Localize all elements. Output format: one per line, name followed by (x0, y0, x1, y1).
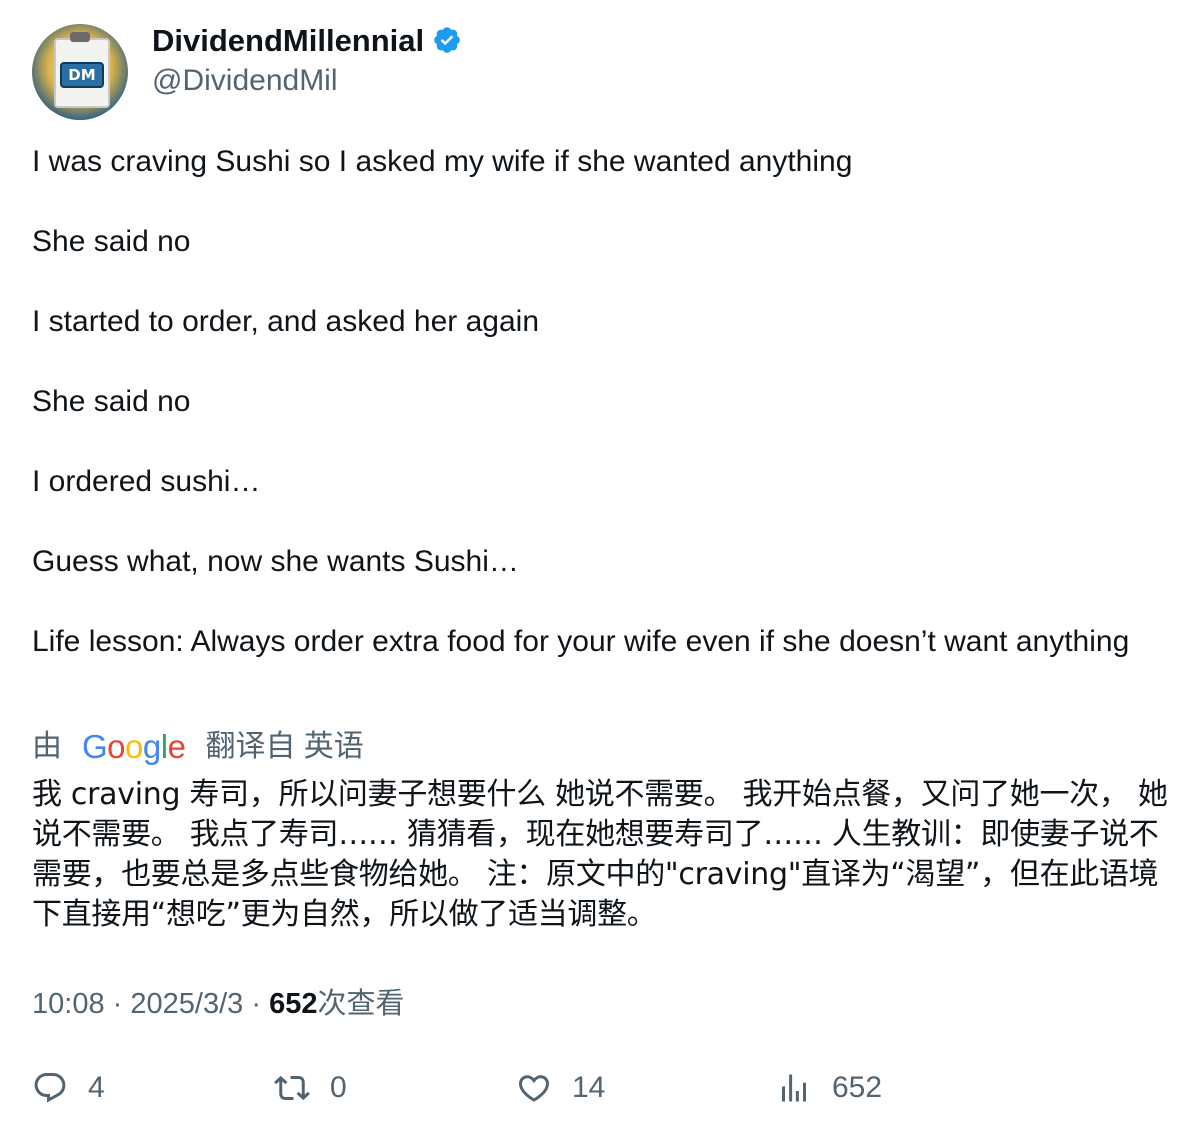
display-name[interactable]: DividendMillennial (152, 23, 424, 58)
tweet-paragraph: I ordered sushi… (32, 465, 261, 498)
reply-count: 4 (88, 1071, 105, 1104)
retweet-icon (274, 1075, 310, 1101)
reply-button[interactable]: 4 (32, 1070, 105, 1106)
retweet-count: 0 (330, 1071, 347, 1104)
avatar-clip (70, 32, 90, 42)
like-button[interactable]: 14 (516, 1070, 605, 1106)
google-logo[interactable]: Google (82, 727, 186, 767)
view-count-label: 次查看 (317, 988, 405, 1020)
view-count: 652 (269, 988, 318, 1020)
meta-separator: · (112, 988, 123, 1020)
translated-by-row: 由 Google 翻译自 英语 (32, 727, 364, 767)
tweet-paragraph: I was craving Sushi so I asked my wife i… (32, 145, 853, 178)
tweet-meta: 10:08 · 2025/3/3 · 652次查看 (32, 984, 404, 1024)
author-handle[interactable]: @DividendMil (152, 62, 338, 100)
like-count: 14 (572, 1071, 606, 1104)
tweet-paragraph: Guess what, now she wants Sushi… (32, 545, 519, 578)
author-name-row[interactable]: DividendMillennial (152, 22, 462, 60)
tweet-paragraph: I started to order, and asked her again (32, 305, 539, 338)
tweet-paragraph: Life lesson: Always order extra food for… (32, 625, 1130, 658)
tweet-text: I was craving Sushi so I asked my wife i… (32, 142, 1162, 662)
reply-icon (34, 1073, 66, 1103)
retweet-button[interactable]: 0 (274, 1070, 347, 1106)
views-icon (782, 1074, 806, 1102)
views-button[interactable]: 652 (776, 1070, 882, 1106)
avatar-logo-text: DM (60, 62, 104, 88)
views-count: 652 (832, 1071, 883, 1104)
avatar[interactable]: DM (32, 24, 128, 120)
tweet-paragraph: She said no (32, 225, 191, 258)
translated-text: 我 craving 寿司，所以问妻子想要什么 她说不需要。 我开始点餐，又问了她… (32, 777, 1168, 932)
meta-separator: · (251, 988, 261, 1020)
translated-from-label[interactable]: 翻译自 英语 (205, 727, 363, 767)
verified-badge-icon[interactable] (432, 25, 462, 55)
like-icon (518, 1075, 550, 1102)
translated-by-prefix: 由 (32, 730, 62, 763)
action-bar: 4 0 14 652 (32, 1070, 1162, 1114)
tweet-date[interactable]: 2025/3/3 (130, 988, 243, 1020)
tweet-paragraph: She said no (32, 385, 191, 418)
tweet-time[interactable]: 10:08 (32, 988, 105, 1020)
